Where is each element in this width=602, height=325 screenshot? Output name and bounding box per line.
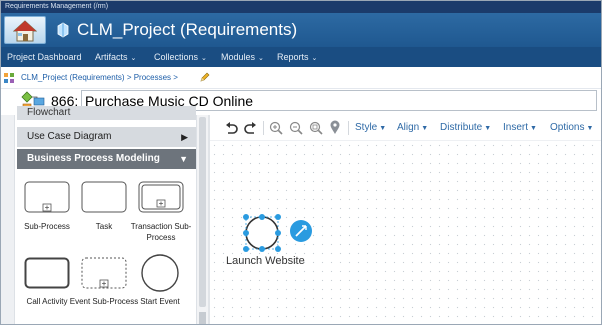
toolbar-separator (263, 121, 264, 135)
insert-menu[interactable]: Insert ▼ (503, 119, 537, 137)
menu-reports[interactable]: Reports ⌄ (277, 47, 317, 67)
palette-section-label: Business Process Modeling (27, 153, 160, 164)
palette-section-use-case[interactable]: Use Case Diagram ▶ (17, 127, 196, 147)
node-label: Launch Website (226, 255, 305, 267)
options-menu[interactable]: Options ▼ (550, 119, 593, 137)
breadcrumb[interactable]: CLM_Project (Requirements) > Processes > (21, 73, 178, 82)
zoom-fit-icon[interactable] (309, 119, 323, 137)
menu-modules[interactable]: Modules ⌄ (221, 47, 264, 67)
caret-down-icon: ▼ (586, 125, 594, 132)
redo-icon[interactable] (244, 119, 258, 137)
task-shape[interactable] (81, 181, 127, 213)
palette-section-bpm[interactable]: Business Process Modeling ▼ (17, 149, 196, 169)
selected-start-event-node[interactable] (242, 213, 316, 255)
chevron-down-icon: ⌄ (201, 55, 207, 62)
pencil-icon[interactable] (200, 72, 210, 82)
app-window: Requirements Management (/rm) CLM_Projec… (0, 0, 602, 325)
event-sub-process-shape[interactable] (81, 257, 127, 289)
palette-section-flowchart[interactable]: Flowchart (17, 106, 196, 120)
app-title: Requirements Management (/rm) (1, 1, 601, 13)
diagram-canvas[interactable]: Launch Website (210, 141, 601, 324)
breadcrumb-bar: CLM_Project (Requirements) > Processes > (1, 67, 601, 89)
align-menu[interactable]: Align ▼ (397, 119, 428, 137)
caret-down-icon: ▼ (484, 125, 492, 132)
project-banner: CLM_Project (Requirements) (1, 13, 601, 47)
toolbar-separator (348, 121, 349, 135)
zoom-in-icon[interactable] (269, 119, 283, 137)
menu-collections[interactable]: Collections ⌄ (154, 47, 207, 67)
menu-label: Collections (154, 52, 199, 62)
grid-icon[interactable] (4, 73, 14, 83)
menu-bar: Project Dashboard Artifacts ⌄ Collections… (1, 47, 601, 67)
caret-down-icon: ▼ (421, 125, 429, 132)
palette-scrollbar[interactable] (196, 115, 208, 324)
menu-project-dashboard[interactable]: Project Dashboard (7, 47, 82, 67)
caret-down-icon: ▼ (530, 125, 537, 132)
menu-label: Reports (277, 52, 309, 62)
palette-section-label: Flowchart (27, 107, 71, 118)
toolbar-menu-label: Align (397, 122, 420, 133)
palette-side-strip (1, 115, 15, 324)
menu-label: Artifacts (95, 52, 128, 62)
call-activity-shape[interactable] (24, 257, 70, 289)
style-menu[interactable]: Style ▼ (355, 119, 386, 137)
canvas-toolbar: Style ▼ Align ▼ Distribute ▼ Insert ▼ Option… (210, 115, 601, 141)
undo-icon[interactable] (224, 119, 238, 137)
scroll-down-button[interactable] (199, 312, 206, 324)
menu-label: Project Dashboard (7, 52, 82, 62)
project-icon (57, 22, 69, 38)
chevron-down-icon: ▼ (179, 154, 188, 164)
shape-label: Start Event (140, 297, 180, 306)
menu-artifacts[interactable]: Artifacts ⌄ (95, 47, 136, 67)
transaction-sub-process-shape[interactable] (138, 181, 184, 213)
caret-down-icon: ▼ (379, 125, 387, 132)
map-pin-icon[interactable] (329, 119, 341, 137)
toolbar-menu-label: Style (355, 122, 378, 133)
palette-section-label: Use Case Diagram (27, 131, 112, 142)
zoom-out-icon[interactable] (289, 119, 303, 137)
shape-palette: Flowchart Use Case Diagram ▶ Business Pr… (1, 106, 208, 324)
sub-process-shape[interactable] (24, 181, 70, 213)
home-icon (13, 20, 37, 42)
chevron-down-icon: ⌄ (130, 55, 137, 62)
chevron-down-icon: ⌄ (258, 55, 264, 62)
distribute-menu[interactable]: Distribute ▼ (440, 119, 491, 137)
scrollbar-thumb[interactable] (199, 117, 206, 307)
toolbar-menu-label: Options (550, 122, 585, 133)
toolbar-menu-label: Insert (503, 122, 529, 133)
menu-label: Modules (221, 52, 256, 62)
shape-label: Transaction Sub-Process (130, 222, 192, 242)
toolbar-menu-label: Distribute (440, 122, 483, 133)
chevron-right-icon: ▶ (181, 132, 188, 142)
chevron-down-icon: ⌄ (311, 55, 318, 62)
start-event-shape[interactable] (140, 253, 180, 293)
project-title: CLM_Project (Requirements) (77, 20, 298, 39)
home-button[interactable] (4, 16, 46, 44)
